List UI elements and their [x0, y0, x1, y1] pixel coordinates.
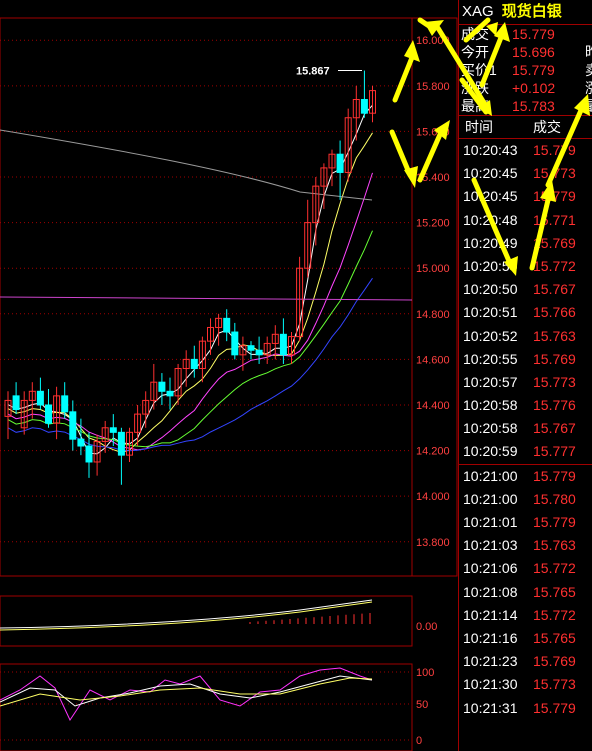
arrow-3: [417, 127, 445, 183]
arrow-5: [435, 25, 489, 109]
arrow-11: [545, 105, 585, 188]
arrow-head-1: [404, 40, 420, 62]
arrow-9: [471, 177, 515, 271]
arrow-8: [479, 32, 505, 88]
arrow-2: [389, 129, 413, 178]
annotation-arrows: [389, 17, 590, 276]
arrow-7: [463, 17, 491, 43]
arrow-1: [392, 52, 416, 103]
arrow-10: [529, 197, 551, 271]
